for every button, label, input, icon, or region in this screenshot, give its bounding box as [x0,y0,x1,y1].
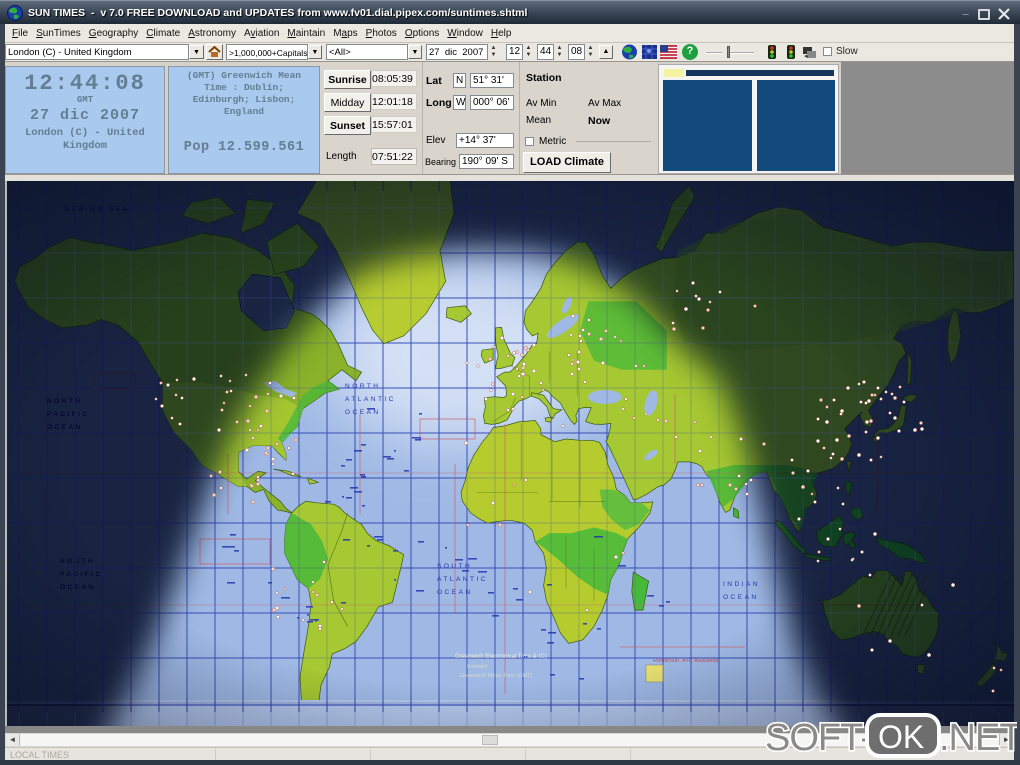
svg-text:OK: OK [878,719,924,755]
svg-text:.NET: .NET [939,717,1017,759]
svg-text:SOFT-: SOFT- [765,717,872,759]
